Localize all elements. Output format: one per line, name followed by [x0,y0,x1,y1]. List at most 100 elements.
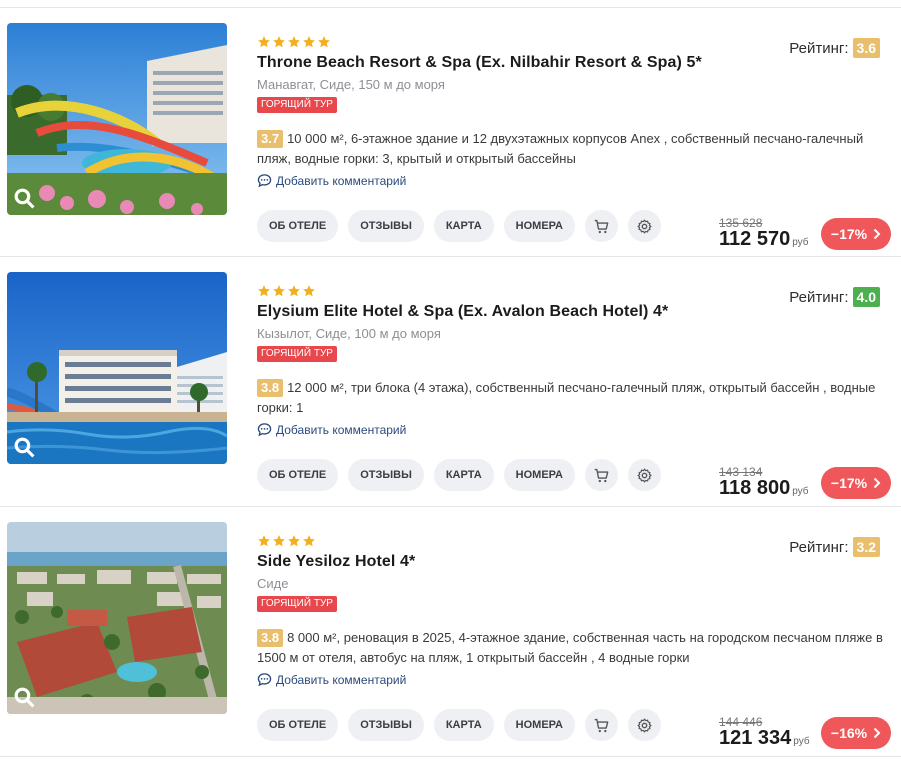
zoom-icon[interactable] [13,187,35,209]
discount-button[interactable]: −17% [821,218,891,250]
hotel-description: 3.8 8 000 м², реновация в 2025, 4-этажное… [257,628,889,668]
add-comment-label: Добавить комментарий [276,173,407,188]
hotel-title[interactable]: Throne Beach Resort & Spa (Ex. Nilbahir … [257,54,702,72]
chevron-right-icon [873,727,881,739]
hotel-rating: Рейтинг: 4.0 [789,287,880,307]
reviews-button[interactable]: ОТЗЫВЫ [348,459,424,491]
rooms-button[interactable]: НОМЕРА [503,459,575,491]
price: 112 570 руб [719,228,809,251]
rating-label: Рейтинг: [789,39,849,57]
add-comment-link[interactable]: Добавить комментарий [257,173,406,188]
map-button[interactable]: КАРТА [433,709,494,741]
cart-icon [594,718,609,732]
star-icon [303,535,315,547]
add-comment-link[interactable]: Добавить комментарий [257,422,406,437]
star-icon [288,36,300,48]
aerial-town-image [7,522,227,714]
star-icon [258,535,270,547]
zoom-icon[interactable] [13,436,35,458]
description-score: 3.8 [257,379,284,397]
star-icon [273,285,285,297]
reviews-button[interactable]: ОТЗЫВЫ [348,709,424,741]
hotel-title[interactable]: Elysium Elite Hotel & Spa (Ex. Avalon Be… [257,303,668,321]
cart-icon [594,219,609,233]
star-icon [258,285,270,297]
hotel-rating: Рейтинг: 3.6 [789,38,880,58]
add-comment-label: Добавить комментарий [276,672,407,687]
hotel-rating: Рейтинг: 3.2 [789,537,880,557]
hotel-location: Манавгат, Сиде, 150 м до моря [257,77,445,92]
about-hotel-button[interactable]: ОБ ОТЕЛЕ [257,459,339,491]
hotel-card: Elysium Elite Hotel & Spa (Ex. Avalon Be… [0,257,901,507]
hotel-pool-image [7,272,227,464]
hotel-photo[interactable] [7,23,227,215]
about-hotel-button[interactable]: ОБ ОТЕЛЕ [257,709,339,741]
currency-label: руб [792,486,809,497]
description-text: 12 000 м², три блока (4 этажа), собствен… [257,380,876,415]
description-text: 8 000 м², реновация в 2025, 4-этажное зд… [257,630,883,665]
rooms-button[interactable]: НОМЕРА [503,210,575,242]
hotel-title[interactable]: Side Yesiloz Hotel 4* [257,553,415,571]
hotel-description: 3.7 10 000 м², 6-этажное здание и 12 двух… [257,129,889,169]
star-icon [303,285,315,297]
about-hotel-button[interactable]: ОБ ОТЕЛЕ [257,210,339,242]
settings-button[interactable] [628,459,661,491]
hotel-actions: ОБ ОТЕЛЕ ОТЗЫВЫ КАРТА НОМЕРА [257,709,661,741]
cart-button[interactable] [585,210,618,242]
star-rating [257,35,331,49]
hotel-actions: ОБ ОТЕЛЕ ОТЗЫВЫ КАРТА НОМЕРА [257,210,661,242]
description-text: 10 000 м², 6-этажное здание и 12 двухэта… [257,131,864,166]
rating-value: 3.6 [852,38,880,58]
hotel-description: 3.8 12 000 м², три блока (4 этажа), собст… [257,378,889,418]
gear-icon [637,219,652,233]
zoom-icon[interactable] [13,686,35,708]
price: 121 334 руб [719,727,810,750]
cart-button[interactable] [585,459,618,491]
star-icon [273,535,285,547]
rating-value: 4.0 [852,287,880,307]
chevron-right-icon [873,477,881,489]
star-icon [288,285,300,297]
discount-value: −17% [830,475,868,491]
hot-tour-badge: ГОРЯЩИЙ ТУР [257,596,337,612]
hotel-photo[interactable] [7,272,227,464]
reviews-button[interactable]: ОТЗЫВЫ [348,210,424,242]
hot-tour-badge: ГОРЯЩИЙ ТУР [257,97,337,113]
discount-value: −16% [830,725,868,741]
hot-tour-badge: ГОРЯЩИЙ ТУР [257,346,337,362]
star-icon [273,36,285,48]
currency-label: руб [793,736,810,747]
comment-icon [257,174,272,188]
map-button[interactable]: КАРТА [433,210,494,242]
rating-label: Рейтинг: [789,538,849,556]
comment-icon [257,423,272,437]
resort-waterpark-image [7,23,227,215]
gear-icon [637,468,652,482]
star-icon [303,36,315,48]
hotel-card: Side Yesiloz Hotel 4* Сиде ГОРЯЩИЙ ТУР 3… [0,507,901,757]
price-value: 118 800 [719,477,791,499]
discount-value: −17% [830,226,868,242]
description-score: 3.7 [257,130,284,148]
price-value: 112 570 [719,228,791,250]
chevron-right-icon [873,228,881,240]
star-rating [257,284,316,298]
star-icon [258,36,270,48]
hotel-location: Сиде [257,576,289,591]
add-comment-label: Добавить комментарий [276,422,407,437]
rating-value: 3.2 [852,537,880,557]
cart-button[interactable] [585,709,618,741]
settings-button[interactable] [628,709,661,741]
gear-icon [637,718,652,732]
star-icon [288,535,300,547]
map-button[interactable]: КАРТА [433,459,494,491]
discount-button[interactable]: −17% [821,467,891,499]
discount-button[interactable]: −16% [821,717,891,749]
rooms-button[interactable]: НОМЕРА [503,709,575,741]
hotel-actions: ОБ ОТЕЛЕ ОТЗЫВЫ КАРТА НОМЕРА [257,459,661,491]
add-comment-link[interactable]: Добавить комментарий [257,672,406,687]
price-value: 121 334 [719,727,792,749]
settings-button[interactable] [628,210,661,242]
hotel-photo[interactable] [7,522,227,714]
currency-label: руб [792,237,809,248]
